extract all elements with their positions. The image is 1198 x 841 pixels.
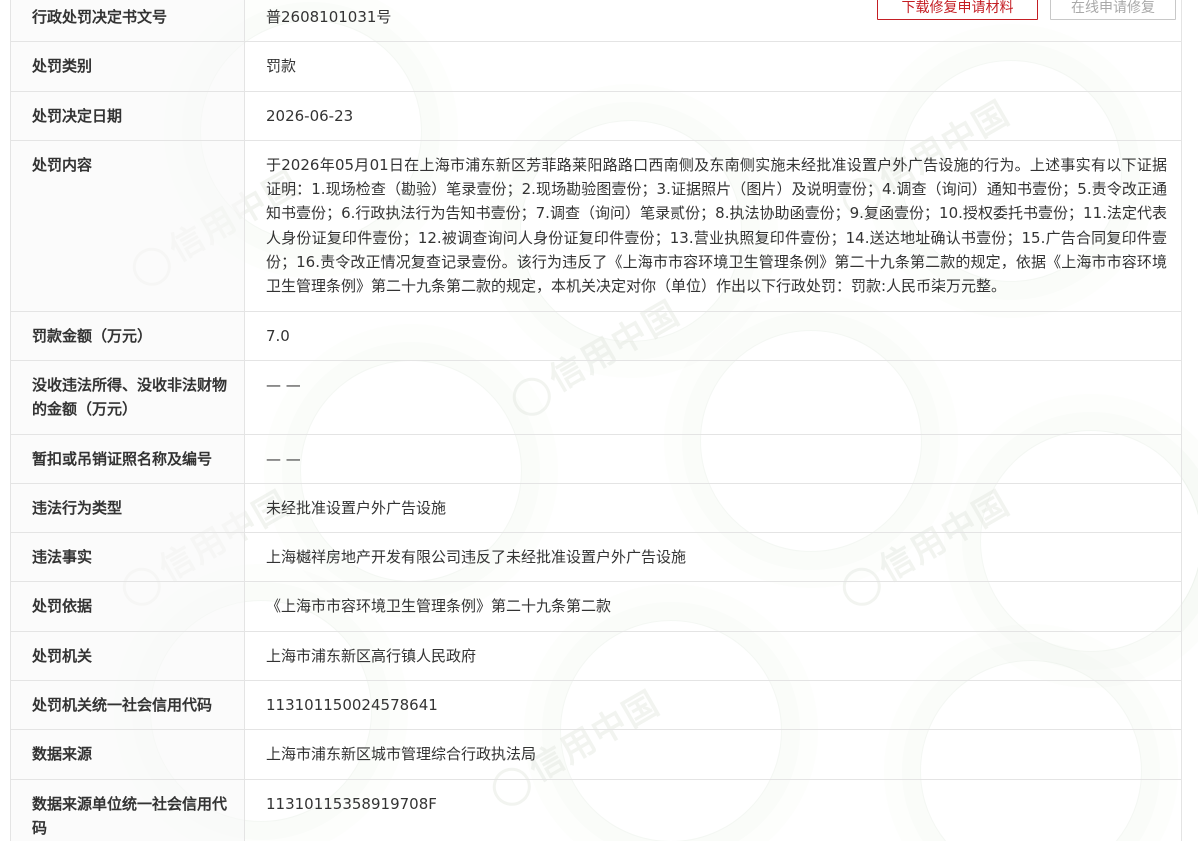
row-label-category: 处罚类别 — [10, 41, 245, 92]
table-row: 处罚内容 于2026年05月01日在上海市浦东新区芳菲路莱阳路路口西南侧及东南侧… — [10, 139, 1182, 312]
table-row: 违法事实 上海樾祥房地产开发有限公司违反了未经批准设置户外广告设施 — [10, 532, 1182, 583]
table-row: 处罚机关 上海市浦东新区高行镇人民政府 — [10, 630, 1182, 682]
row-label-violation-type: 违法行为类型 — [10, 482, 245, 534]
row-label-basis: 处罚依据 — [10, 581, 245, 632]
row-value-content: 于2026年05月01日在上海市浦东新区芳菲路莱阳路路口西南侧及东南侧实施未经批… — [244, 139, 1182, 312]
row-value-category: 罚款 — [244, 41, 1182, 92]
penalty-detail-table: 行政处罚决定书文号 普2608101031号 下载修复申请材料 在线申请修复 处… — [10, 0, 1182, 841]
row-value-doc-no: 普2608101031号 下载修复申请材料 在线申请修复 — [244, 0, 1182, 43]
row-value-source: 上海市浦东新区城市管理综合行政执法局 — [244, 729, 1182, 780]
row-label-amount: 罚款金额（万元） — [10, 310, 245, 361]
row-label-violation-fact: 违法事实 — [10, 532, 245, 583]
row-label-source: 数据来源 — [10, 729, 245, 780]
row-value-amount: 7.0 — [244, 310, 1182, 361]
download-repair-materials-button[interactable]: 下载修复申请材料 — [877, 0, 1038, 20]
row-label-doc-no: 行政处罚决定书文号 — [10, 0, 245, 43]
row-value-authority-code: 11310115002457864​1 — [244, 680, 1182, 731]
row-value-violation-type: 未经批准设置户外广告设施 — [244, 482, 1182, 534]
row-label-date: 处罚决定日期 — [10, 90, 245, 141]
row-value-confiscated: — — — [244, 359, 1182, 435]
table-row: 处罚机关统一社会信用代码 11310115002457864​1 — [10, 680, 1182, 731]
row-label-authority-code: 处罚机关统一社会信用代码 — [10, 680, 245, 731]
penalty-record-page: 信用中国 信用中国 信用中国 信用中国 信用中国 信用中国 行政处罚决定书文号 … — [0, 0, 1198, 841]
table-row: 罚款金额（万元） 7.0 — [10, 310, 1182, 361]
table-row: 没收违法所得、没收非法财物的金额（万元） — — — [10, 359, 1182, 435]
doc-no-text: 普2608101031号 — [266, 8, 392, 26]
table-row: 数据来源单位统一社会信用代码 11310115358919708F — [10, 778, 1182, 841]
table-row: 暂扣或吊销证照名称及编号 — — — [10, 433, 1182, 484]
table-row: 处罚类别 罚款 — [10, 41, 1182, 92]
table-row: 违法行为类型 未经批准设置户外广告设施 — [10, 482, 1182, 534]
repair-actions: 下载修复申请材料 在线申请修复 — [877, 0, 1176, 20]
online-repair-button[interactable]: 在线申请修复 — [1050, 0, 1176, 20]
row-label-source-code: 数据来源单位统一社会信用代码 — [10, 778, 245, 841]
row-value-source-code: 11310115358919708F — [244, 778, 1182, 841]
row-value-basis: 《上海市市容环境卫生管理条例》第二十九条第二款 — [244, 581, 1182, 632]
row-value-date: 2026-06-23 — [244, 90, 1182, 141]
row-value-license: — — — [244, 433, 1182, 484]
row-label-content: 处罚内容 — [10, 139, 245, 312]
row-label-confiscated: 没收违法所得、没收非法财物的金额（万元） — [10, 359, 245, 435]
row-label-authority: 处罚机关 — [10, 630, 245, 682]
row-value-violation-fact: 上海樾祥房地产开发有限公司违反了未经批准设置户外广告设施 — [244, 532, 1182, 583]
row-value-authority: 上海市浦东新区高行镇人民政府 — [244, 630, 1182, 682]
row-label-license: 暂扣或吊销证照名称及编号 — [10, 433, 245, 484]
table-row: 数据来源 上海市浦东新区城市管理综合行政执法局 — [10, 729, 1182, 780]
table-row: 处罚依据 《上海市市容环境卫生管理条例》第二十九条第二款 — [10, 581, 1182, 632]
table-row: 处罚决定日期 2026-06-23 — [10, 90, 1182, 141]
table-row: 行政处罚决定书文号 普2608101031号 下载修复申请材料 在线申请修复 — [10, 0, 1182, 43]
